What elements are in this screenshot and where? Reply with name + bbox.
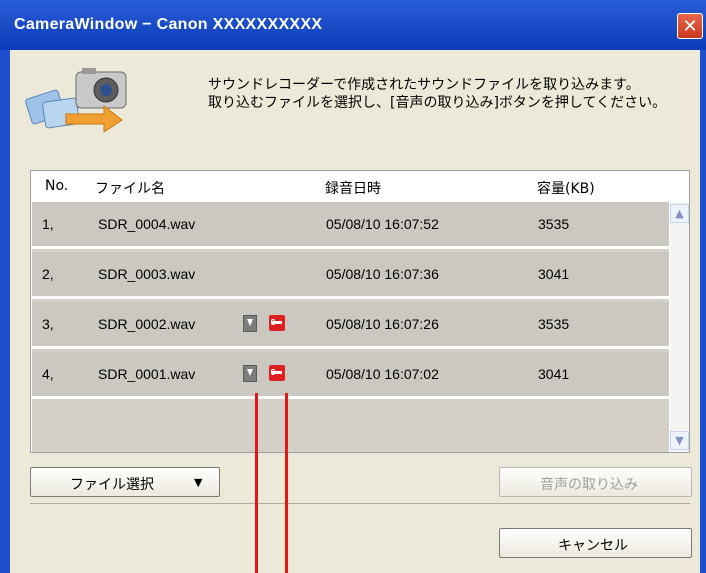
file-select-dropdown-button[interactable]: ファイル選択 ▼ [30, 467, 220, 497]
dialog-body: サウンドレコーダーで作成されたサウンドファイルを取り込みます。 取り込むファイル… [10, 50, 700, 573]
row-no: 3, [42, 316, 54, 332]
camera-import-icon [25, 68, 127, 133]
column-header-datetime: 録音日時 [325, 181, 381, 197]
row-no: 4, [42, 366, 54, 382]
row-no: 2, [42, 266, 54, 282]
list-item[interactable]: 4, SDR_0001.wav 05/08/10 16:07:02 3041 [32, 352, 669, 399]
row-size: 3535 [538, 316, 570, 332]
list-item[interactable]: 2, SDR_0003.wav 05/08/10 16:07:36 3041 [32, 252, 669, 299]
divider [30, 503, 690, 504]
row-size: 3041 [538, 266, 570, 282]
column-header-filename: ファイル名 [95, 181, 165, 197]
instruction-line-1: サウンドレコーダーで作成されたサウンドファイルを取り込みます。 [208, 77, 640, 93]
row-size: 3535 [538, 216, 570, 232]
window-border-right [700, 50, 706, 573]
row-size: 3041 [538, 366, 570, 382]
list-item[interactable]: 3, SDR_0002.wav 05/08/10 16:07:26 3535 [32, 302, 669, 349]
chevron-down-icon: ▼ [194, 476, 203, 489]
download-icon [243, 365, 257, 382]
import-audio-label: 音声の取り込み [540, 477, 638, 493]
instruction-text: サウンドレコーダーで作成されたサウンドファイルを取り込みます。 取り込むファイル… [208, 76, 666, 112]
list-header: No. ファイル名 録音日時 容量(KB) [31, 171, 689, 201]
annotation-pointer-line [285, 393, 288, 573]
column-header-no: No. [45, 178, 69, 194]
cancel-label: キャンセル [558, 538, 628, 554]
window-title: CameraWindow − Canon XXXXXXXXXX [14, 16, 323, 33]
list-rows: 1, SDR_0004.wav 05/08/10 16:07:52 3535 2… [32, 202, 669, 452]
scroll-down-icon[interactable]: ▼ [670, 431, 689, 450]
column-header-size: 容量(KB) [537, 181, 595, 197]
list-item[interactable]: 1, SDR_0004.wav 05/08/10 16:07:52 3535 [32, 202, 669, 249]
row-datetime: 05/08/10 16:07:02 [326, 366, 439, 382]
protect-key-icon [269, 315, 285, 331]
row-datetime: 05/08/10 16:07:52 [326, 216, 439, 232]
file-select-label: ファイル選択 [70, 477, 154, 493]
cancel-button[interactable]: キャンセル [499, 528, 692, 558]
camera-window-dialog: CameraWindow − Canon XXXXXXXXXX ✕ サウンドレコ… [0, 0, 706, 573]
window-border-left [0, 50, 10, 573]
row-filename: SDR_0003.wav [98, 266, 196, 282]
row-filename: SDR_0001.wav [98, 366, 196, 382]
row-filename: SDR_0002.wav [98, 316, 196, 332]
close-button[interactable]: ✕ [677, 13, 703, 39]
title-bar[interactable]: CameraWindow − Canon XXXXXXXXXX ✕ [0, 0, 706, 50]
instruction-line-2: 取り込むファイルを選択し、[音声の取り込み]ボタンを押してください。 [208, 95, 667, 111]
row-filename: SDR_0004.wav [98, 216, 196, 232]
scroll-up-icon[interactable]: ▲ [670, 204, 689, 223]
import-audio-button[interactable]: 音声の取り込み [499, 467, 692, 497]
row-no: 1, [42, 216, 54, 232]
sound-file-list[interactable]: No. ファイル名 録音日時 容量(KB) 1, SDR_0004.wav 05… [30, 170, 690, 453]
annotation-pointer-line [255, 393, 258, 573]
protect-key-icon [269, 365, 285, 381]
row-datetime: 05/08/10 16:07:36 [326, 266, 439, 282]
row-datetime: 05/08/10 16:07:26 [326, 316, 439, 332]
vertical-scrollbar[interactable]: ▲ ▼ [670, 202, 689, 452]
download-icon [243, 315, 257, 332]
